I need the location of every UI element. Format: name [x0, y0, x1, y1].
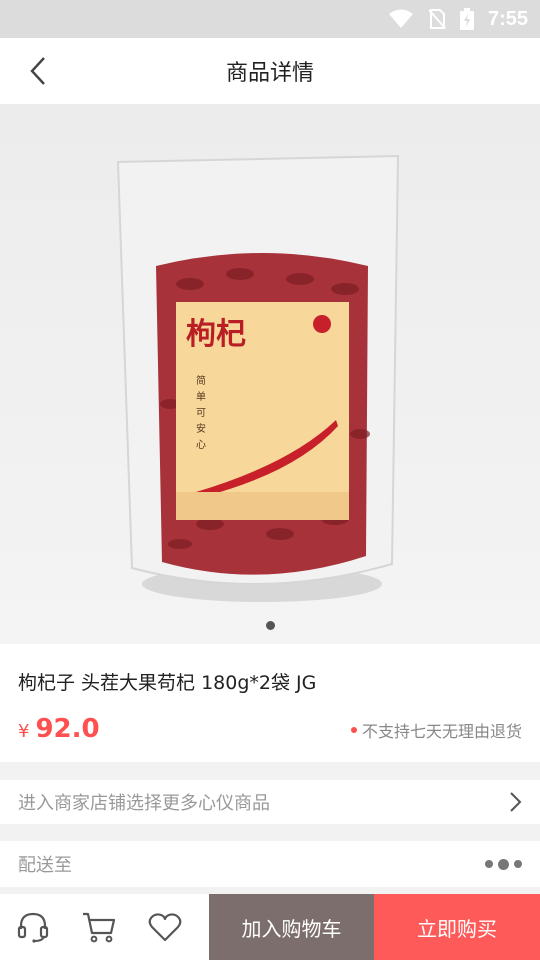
product-name: 枸杞子 头茬大果苟杞 180g*2袋 JG — [18, 672, 317, 694]
cart-icon — [83, 912, 116, 943]
heart-icon — [148, 913, 182, 942]
gallery-pagination — [0, 621, 540, 630]
notice-dot-icon — [350, 727, 357, 733]
nav-bar: 商品详情 — [0, 38, 540, 104]
battery-charging-icon — [459, 8, 474, 30]
wifi-icon — [388, 9, 413, 28]
shipping-label: 配送至 — [18, 855, 72, 876]
svg-text:单: 单 — [196, 391, 206, 403]
gallery-dot-active[interactable] — [265, 621, 275, 630]
product-price: ¥ 92.0 — [18, 714, 100, 744]
buy-now-button[interactable]: 立即购买 — [374, 894, 540, 960]
return-policy-notice: 不支持七天无理由退货 — [350, 718, 522, 742]
bag-label-text: 枸杞 — [186, 317, 246, 352]
add-to-cart-button[interactable]: 加入购物车 — [209, 894, 374, 960]
no-sim-icon — [428, 9, 446, 29]
status-time: 7:55 — [487, 7, 528, 30]
store-entry-label: 进入商家店铺选择更多心仪商品 — [18, 793, 270, 814]
price-currency: ¥ — [18, 721, 30, 742]
back-button[interactable] — [20, 52, 56, 90]
headset-icon — [17, 912, 49, 943]
bottom-action-bar: 加入购物车 立即购买 — [0, 894, 540, 960]
product-info: 枸杞子 头茬大果苟杞 180g*2袋 JG ¥ 92.0 不支持七天无理由退货 — [0, 644, 540, 762]
status-bar: 7:55 — [0, 0, 540, 38]
return-policy-text: 不支持七天无理由退货 — [361, 722, 522, 741]
svg-text:简: 简 — [196, 374, 206, 387]
page-title: 商品详情 — [225, 61, 314, 86]
chevron-left-icon — [30, 57, 45, 85]
svg-text:安: 安 — [196, 422, 206, 435]
favorite-button[interactable] — [132, 894, 198, 960]
product-image-gallery[interactable]: 枸杞 简 单 可 安 心 — [0, 104, 540, 644]
chevron-right-icon — [510, 792, 522, 812]
more-options-icon[interactable] — [485, 858, 522, 870]
svg-text:可: 可 — [196, 408, 206, 419]
shopping-cart-button[interactable] — [66, 894, 132, 960]
customer-service-button[interactable] — [0, 894, 66, 960]
store-entry-row[interactable]: 进入商家店铺选择更多心仪商品 — [0, 780, 540, 824]
product-image: 枸杞 简 单 可 安 心 — [0, 104, 540, 644]
price-value: 92.0 — [35, 714, 100, 744]
shipping-row[interactable]: 配送至 — [0, 841, 540, 887]
svg-text:心: 心 — [196, 439, 206, 451]
